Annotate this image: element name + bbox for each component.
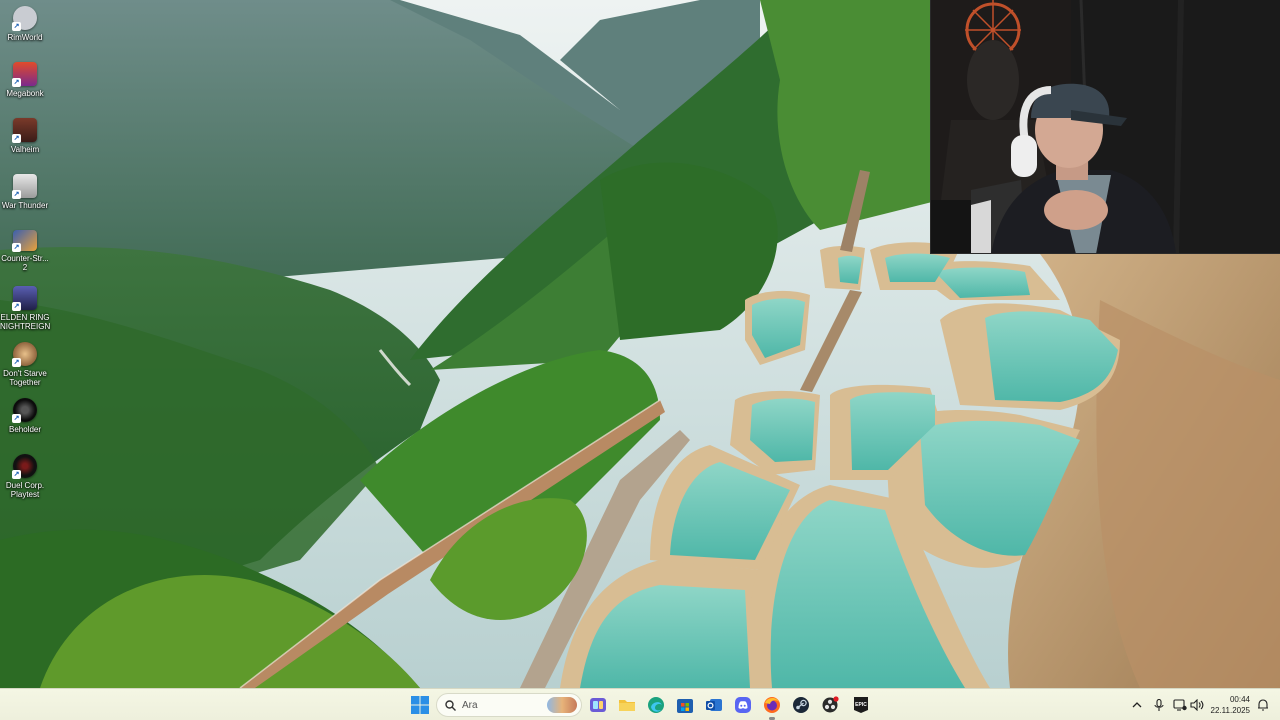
desktop-icon-megabonk[interactable]: ↗ Megabonk <box>0 58 50 112</box>
taskbar-app-task-view[interactable] <box>586 693 610 717</box>
discord-icon <box>735 697 751 713</box>
rimworld-icon: ↗ <box>12 6 37 31</box>
taskbar-app-discord[interactable] <box>731 693 755 717</box>
duel-corp-icon: ↗ <box>12 454 37 479</box>
clock-date: 22.11.2025 <box>1210 706 1250 715</box>
show-hidden-icons-button[interactable] <box>1129 697 1145 713</box>
war-thunder-icon: ↗ <box>12 174 37 199</box>
webcam-overlay <box>930 0 1280 254</box>
taskbar-app-edge[interactable] <box>644 693 668 717</box>
outlook-icon <box>706 699 722 711</box>
megabonk-icon: ↗ <box>12 62 37 87</box>
desktop-icon-label: Counter-Str... 2 <box>1 254 49 272</box>
desktop-icon-duel-corp[interactable]: ↗ Duel Corp. Playtest <box>0 450 50 504</box>
svg-text:EPIC: EPIC <box>855 702 867 708</box>
notification-bell-icon <box>1258 699 1268 711</box>
search-placeholder: Ara <box>462 699 478 711</box>
valheim-icon: ↗ <box>12 118 37 143</box>
taskbar-app-outlook[interactable] <box>702 693 726 717</box>
taskbar-app-obs[interactable] <box>818 693 842 717</box>
folder-icon <box>619 700 635 711</box>
desktop-icon-label: Duel Corp. Playtest <box>5 481 45 499</box>
elden-ring-icon: ↗ <box>12 286 37 311</box>
notifications-button[interactable] <box>1255 697 1271 713</box>
taskbar-app-store[interactable] <box>673 693 697 717</box>
dont-starve-icon: ↗ <box>12 342 37 367</box>
store-icon <box>677 699 693 713</box>
taskbar-app-epic-games[interactable]: EPIC <box>849 693 873 717</box>
search-icon <box>445 699 456 711</box>
desktop-icon-label: RimWorld <box>7 33 43 42</box>
desktop-icon-rimworld[interactable]: ↗ RimWorld <box>0 2 50 56</box>
firefox-icon <box>764 697 780 713</box>
chevron-up-icon <box>1132 702 1142 708</box>
microphone-icon <box>1154 698 1164 711</box>
windows-logo-icon <box>411 696 429 714</box>
desktop-icon-counter-strike[interactable]: ↗ Counter-Str... 2 <box>0 226 50 272</box>
taskbar-app-firefox[interactable] <box>760 693 784 720</box>
start-button[interactable] <box>408 693 432 717</box>
desktop-icon-elden-ring[interactable]: ↗ ELDEN RING NIGHTREIGN <box>0 282 50 336</box>
speaker-icon <box>1190 699 1204 711</box>
taskbar-app-file-explorer[interactable] <box>615 693 639 717</box>
desktop-icon-valheim[interactable]: ↗ Valheim <box>0 114 50 168</box>
desktop-icon-label: Beholder <box>8 425 42 434</box>
search-highlight-image <box>547 697 577 713</box>
counter-strike-icon: ↗ <box>12 230 37 252</box>
desktop-icon-label: ELDEN RING NIGHTREIGN <box>0 313 51 331</box>
volume-tray-button[interactable] <box>1189 697 1205 713</box>
taskbar-search-box[interactable]: Ara <box>436 693 582 717</box>
clock-time: 00:44 <box>1229 695 1250 704</box>
desktop-icon-label: Valheim <box>10 145 40 154</box>
desktop-icon-label: Megabonk <box>6 89 44 98</box>
task-view-icon <box>590 698 606 712</box>
desktop-icon-label: War Thunder <box>1 201 49 210</box>
obs-icon <box>822 696 839 713</box>
microphone-tray-button[interactable] <box>1151 697 1167 713</box>
desktop-icon-dont-starve[interactable]: ↗ Don't Starve Together <box>0 338 50 392</box>
beholder-icon: ↗ <box>12 398 37 423</box>
taskbar-clock[interactable]: 00:44 22.11.2025 <box>1206 694 1250 716</box>
network-icon <box>1173 699 1187 711</box>
taskbar: Ara EPIC 00:44 22.11.2025 <box>0 688 1280 720</box>
steam-icon <box>793 697 809 713</box>
edge-icon <box>648 697 664 713</box>
desktop-icon-war-thunder[interactable]: ↗ War Thunder <box>0 170 50 224</box>
network-tray-button[interactable] <box>1172 697 1188 713</box>
desktop-icon-beholder[interactable]: ↗ Beholder <box>0 394 50 448</box>
epic-games-icon: EPIC <box>854 697 868 713</box>
desktop-icon-label: Don't Starve Together <box>3 369 47 387</box>
taskbar-app-steam[interactable] <box>789 693 813 717</box>
